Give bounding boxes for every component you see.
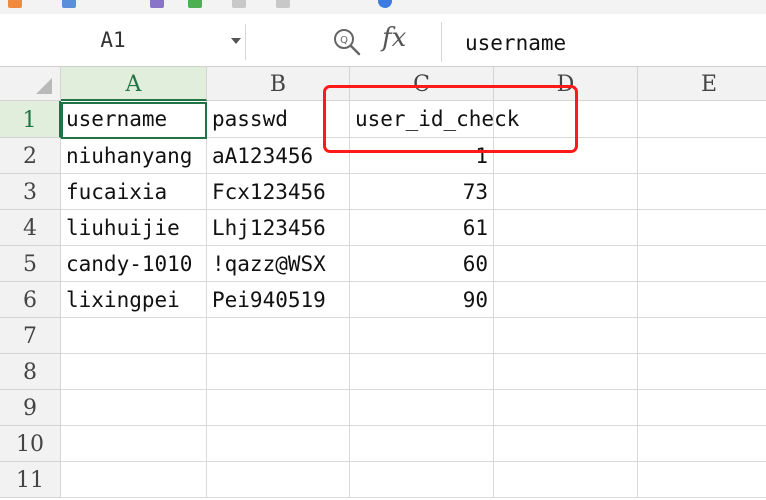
cell-d8[interactable] (494, 354, 638, 390)
undo-icon[interactable] (232, 0, 246, 8)
chevron-down-icon[interactable] (231, 38, 241, 44)
cell-e4[interactable] (638, 210, 766, 246)
name-box-value[interactable]: A1 (0, 28, 226, 52)
cell-c5[interactable]: 60 (350, 246, 494, 282)
cell-e3[interactable] (638, 174, 766, 210)
cell-d5[interactable] (494, 246, 638, 282)
cell-d11[interactable] (494, 462, 638, 498)
cell-e10[interactable] (638, 426, 766, 462)
column-header-a[interactable]: A (61, 67, 207, 101)
row-header-9[interactable]: 9 (0, 390, 61, 426)
row-header-1[interactable]: 1 (0, 101, 61, 138)
cell-a4[interactable]: liuhuijie (61, 210, 207, 246)
spreadsheet-grid: A B C D E 1 2 3 4 5 6 7 8 9 10 11 userna… (0, 67, 766, 498)
row-header-8[interactable]: 8 (0, 354, 61, 390)
select-all-triangle-icon (36, 78, 52, 94)
cell-e6[interactable] (638, 282, 766, 318)
cell-b3[interactable]: Fcx123456 (207, 174, 350, 210)
toolbar-icon-green[interactable] (188, 0, 202, 8)
toolbar-icon-purple[interactable] (150, 0, 164, 8)
cell-c10[interactable] (350, 426, 494, 462)
row-header-5[interactable]: 5 (0, 246, 61, 282)
cell-b10[interactable] (207, 426, 350, 462)
cell-d4[interactable] (494, 210, 638, 246)
cell-a9[interactable] (61, 390, 207, 426)
row-header-6[interactable]: 6 (0, 282, 61, 318)
cell-c9[interactable] (350, 390, 494, 426)
svg-text:Q: Q (340, 35, 348, 46)
cell-a8[interactable] (61, 354, 207, 390)
cell-c1[interactable]: user_id_check (350, 101, 519, 138)
cell-e11[interactable] (638, 462, 766, 498)
column-header-c[interactable]: C (350, 67, 494, 101)
cell-e5[interactable] (638, 246, 766, 282)
toolbar-strip (0, 0, 766, 15)
column-header-e[interactable]: E (638, 67, 766, 101)
cell-d2[interactable] (494, 138, 638, 174)
cell-a6[interactable]: lixingpei (61, 282, 207, 318)
cell-d6[interactable] (494, 282, 638, 318)
toolbar-icon-blue-2[interactable] (378, 0, 392, 8)
column-header-d[interactable]: D (494, 67, 638, 101)
cell-a5[interactable]: candy-1010 (61, 246, 207, 282)
cell-c3[interactable]: 73 (350, 174, 494, 210)
cell-b5[interactable]: !qazz@WSX (207, 246, 350, 282)
redo-icon[interactable] (276, 0, 290, 8)
cell-d9[interactable] (494, 390, 638, 426)
cell-e1[interactable] (638, 101, 766, 138)
name-box[interactable]: A1 (0, 24, 246, 60)
cell-b4[interactable]: Lhj123456 (207, 210, 350, 246)
cell-b9[interactable] (207, 390, 350, 426)
cell-b7[interactable] (207, 318, 350, 354)
cell-c8[interactable] (350, 354, 494, 390)
cell-b11[interactable] (207, 462, 350, 498)
cell-b6[interactable]: Pei940519 (207, 282, 350, 318)
cell-e9[interactable] (638, 390, 766, 426)
row-header-7[interactable]: 7 (0, 318, 61, 354)
cell-b8[interactable] (207, 354, 350, 390)
row-header-2[interactable]: 2 (0, 138, 61, 174)
cell-c6[interactable]: 90 (350, 282, 494, 318)
cell-c11[interactable] (350, 462, 494, 498)
cell-c4[interactable]: 61 (350, 210, 494, 246)
row-header-11[interactable]: 11 (0, 462, 61, 498)
select-all-corner[interactable] (0, 67, 61, 101)
cell-e8[interactable] (638, 354, 766, 390)
cell-a7[interactable] (61, 318, 207, 354)
zoom-formula-icon[interactable]: Q (332, 27, 362, 57)
cell-b2[interactable]: aA123456 (207, 138, 350, 174)
cell-b1[interactable]: passwd (207, 101, 350, 138)
row-header-3[interactable]: 3 (0, 174, 61, 210)
cell-d10[interactable] (494, 426, 638, 462)
toolbar-icon-orange[interactable] (8, 0, 22, 8)
cell-a11[interactable] (61, 462, 207, 498)
fx-icon[interactable]: fx (382, 23, 406, 53)
column-header-b[interactable]: B (207, 67, 350, 101)
cell-a3[interactable]: fucaixia (61, 174, 207, 210)
cell-e7[interactable] (638, 318, 766, 354)
cell-d3[interactable] (494, 174, 638, 210)
cell-a10[interactable] (61, 426, 207, 462)
row-header-10[interactable]: 10 (0, 426, 61, 462)
toolbar-icon-blue[interactable] (62, 0, 76, 8)
cell-d7[interactable] (494, 318, 638, 354)
cell-c7[interactable] (350, 318, 494, 354)
cell-c2[interactable]: 1 (350, 138, 494, 174)
cell-a1[interactable]: username (61, 101, 207, 138)
row-header-4[interactable]: 4 (0, 210, 61, 246)
formula-input[interactable]: username (441, 22, 766, 62)
cell-a2[interactable]: niuhanyang (61, 138, 207, 174)
formula-bar: A1 Q fx username (0, 14, 766, 67)
cell-e2[interactable] (638, 138, 766, 174)
